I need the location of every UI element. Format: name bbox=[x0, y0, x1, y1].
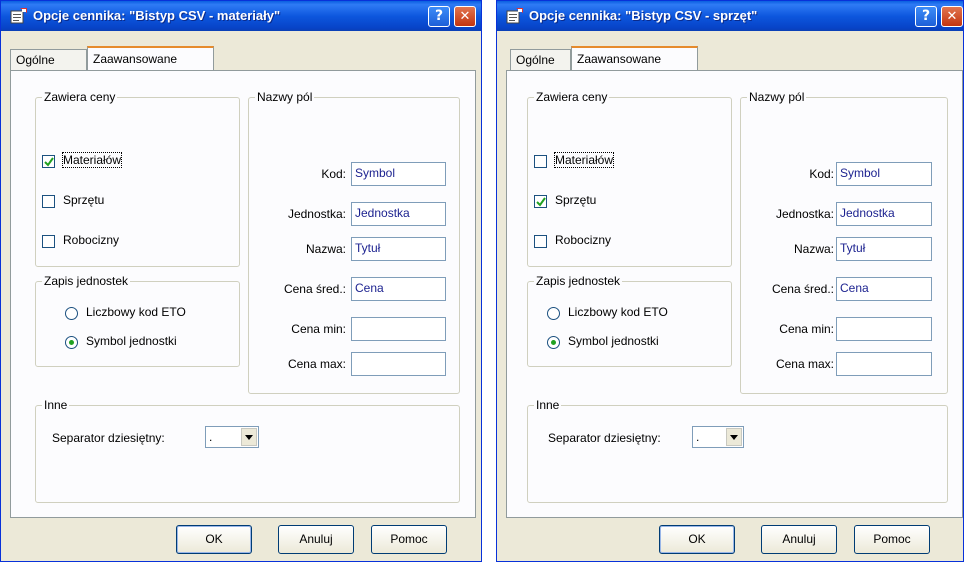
nazwa-label: Nazwa: bbox=[305, 242, 346, 256]
unit-symbol-radio[interactable] bbox=[65, 336, 78, 349]
materialow-checkbox[interactable] bbox=[42, 155, 55, 168]
separator-label: Separator dziesiętny: bbox=[52, 431, 165, 445]
robocizny-checkbox[interactable] bbox=[534, 235, 547, 248]
separator-select[interactable]: . bbox=[205, 426, 259, 448]
cena-max-label: Cena max: bbox=[775, 357, 834, 371]
nazwa-field[interactable]: Tytuł bbox=[836, 237, 932, 261]
group-title: Zapis jednostek bbox=[534, 274, 623, 288]
sprzetu-checkbox[interactable] bbox=[42, 195, 55, 208]
unit-symbol-label[interactable]: Symbol jednostki bbox=[568, 334, 659, 348]
dialog-materialy: Opcje cennika: "Bistyp CSV - materiały" … bbox=[0, 0, 482, 562]
eto-code-label[interactable]: Liczbowy kod ETO bbox=[568, 305, 668, 319]
robocizny-label[interactable]: Robocizny bbox=[63, 233, 119, 247]
separator-value: . bbox=[209, 430, 213, 444]
kod-field[interactable]: Symbol bbox=[836, 162, 932, 186]
materialow-label[interactable]: Materiałów bbox=[61, 152, 123, 168]
other-group: Inne bbox=[527, 398, 948, 503]
jednostka-field[interactable]: Jednostka bbox=[836, 202, 932, 226]
cena-min-field[interactable] bbox=[836, 317, 932, 341]
cancel-button[interactable]: Anuluj bbox=[278, 525, 354, 554]
robocizny-checkbox[interactable] bbox=[42, 235, 55, 248]
tab-zaawansowane[interactable]: Zaawansowane bbox=[571, 46, 698, 70]
tab-label: Zaawansowane bbox=[577, 52, 662, 66]
cena-sred-field[interactable]: Cena bbox=[351, 277, 446, 301]
cena-max-field[interactable] bbox=[351, 352, 446, 376]
separator-select[interactable]: . bbox=[692, 426, 744, 448]
unit-symbol-radio[interactable] bbox=[547, 336, 560, 349]
ok-button[interactable]: OK bbox=[659, 525, 735, 554]
group-title: Zawiera ceny bbox=[42, 90, 118, 104]
eto-code-label[interactable]: Liczbowy kod ETO bbox=[86, 305, 186, 319]
help-button[interactable]: Pomoc bbox=[854, 525, 930, 554]
cena-sred-field[interactable]: Cena bbox=[836, 277, 932, 301]
cena-min-field[interactable] bbox=[351, 317, 446, 341]
chevron-down-icon[interactable] bbox=[241, 428, 257, 446]
title-bar[interactable]: Opcje cennika: "Bistyp CSV - sprzęt" ? ✕ bbox=[497, 1, 963, 31]
ok-button[interactable]: OK bbox=[176, 525, 252, 554]
tab-label: Zaawansowane bbox=[93, 52, 178, 66]
checkmark-icon bbox=[44, 157, 54, 167]
sprzetu-checkbox[interactable] bbox=[534, 195, 547, 208]
group-title: Inne bbox=[534, 398, 562, 412]
group-title: Nazwy pól bbox=[255, 90, 315, 104]
robocizny-label[interactable]: Robocizny bbox=[555, 233, 611, 247]
nazwa-label: Nazwa: bbox=[793, 242, 834, 256]
tab-panel: Zawiera ceny Materiałów Sprzętu Robocizn… bbox=[506, 70, 963, 518]
tab-panel: Zawiera ceny Materiałów Sprzętu Robocizn… bbox=[10, 70, 476, 518]
title-bar[interactable]: Opcje cennika: "Bistyp CSV - materiały" … bbox=[1, 1, 481, 31]
cena-sred-label: Cena śred.: bbox=[771, 282, 834, 296]
dialog-sprzet: Opcje cennika: "Bistyp CSV - sprzęt" ? ✕… bbox=[496, 0, 964, 562]
group-title: Inne bbox=[42, 398, 70, 412]
properties-icon bbox=[506, 8, 523, 24]
group-title: Zawiera ceny bbox=[534, 90, 610, 104]
tab-label: Ogólne bbox=[516, 53, 555, 67]
cancel-button[interactable]: Anuluj bbox=[761, 525, 837, 554]
kod-label: Kod: bbox=[809, 167, 834, 181]
kod-label: Kod: bbox=[321, 167, 346, 181]
chevron-down-icon[interactable] bbox=[726, 428, 742, 446]
jednostka-field[interactable]: Jednostka bbox=[351, 202, 446, 226]
kod-field[interactable]: Symbol bbox=[351, 162, 446, 186]
tab-ogolne[interactable]: Ogólne bbox=[510, 49, 571, 70]
window-title: Opcje cennika: "Bistyp CSV - sprzęt" bbox=[529, 8, 758, 23]
group-title: Zapis jednostek bbox=[42, 274, 131, 288]
materialow-label[interactable]: Materiałów bbox=[553, 152, 615, 168]
cena-min-label: Cena min: bbox=[291, 322, 346, 336]
tab-zaawansowane[interactable]: Zaawansowane bbox=[87, 46, 214, 70]
tab-label: Ogólne bbox=[16, 53, 55, 67]
cena-min-label: Cena min: bbox=[779, 322, 834, 336]
window-title: Opcje cennika: "Bistyp CSV - materiały" bbox=[33, 8, 281, 23]
group-title: Nazwy pól bbox=[747, 90, 807, 104]
jednostka-label: Jednostka: bbox=[775, 207, 834, 221]
cena-max-field[interactable] bbox=[836, 352, 932, 376]
unit-format-group: Zapis jednostek bbox=[35, 274, 240, 367]
help-icon[interactable]: ? bbox=[915, 6, 937, 27]
nazwa-field[interactable]: Tytuł bbox=[351, 237, 446, 261]
unit-format-group: Zapis jednostek bbox=[527, 274, 732, 367]
materialow-checkbox[interactable] bbox=[534, 155, 547, 168]
sprzetu-label[interactable]: Sprzętu bbox=[63, 193, 104, 207]
eto-code-radio[interactable] bbox=[65, 307, 78, 320]
cena-max-label: Cena max: bbox=[287, 357, 346, 371]
properties-icon bbox=[10, 8, 27, 24]
jednostka-label: Jednostka: bbox=[287, 207, 346, 221]
close-icon[interactable]: ✕ bbox=[941, 6, 963, 27]
cena-sred-label: Cena śred.: bbox=[283, 282, 346, 296]
unit-symbol-label[interactable]: Symbol jednostki bbox=[86, 334, 177, 348]
help-button[interactable]: Pomoc bbox=[371, 525, 447, 554]
separator-value: . bbox=[696, 430, 700, 444]
other-group: Inne bbox=[35, 398, 460, 503]
sprzetu-label[interactable]: Sprzętu bbox=[555, 193, 596, 207]
help-icon[interactable]: ? bbox=[428, 6, 450, 27]
tab-ogolne[interactable]: Ogólne bbox=[10, 49, 87, 70]
close-icon[interactable]: ✕ bbox=[454, 6, 476, 27]
checkmark-icon bbox=[536, 197, 546, 207]
separator-label: Separator dziesiętny: bbox=[548, 431, 661, 445]
eto-code-radio[interactable] bbox=[547, 307, 560, 320]
